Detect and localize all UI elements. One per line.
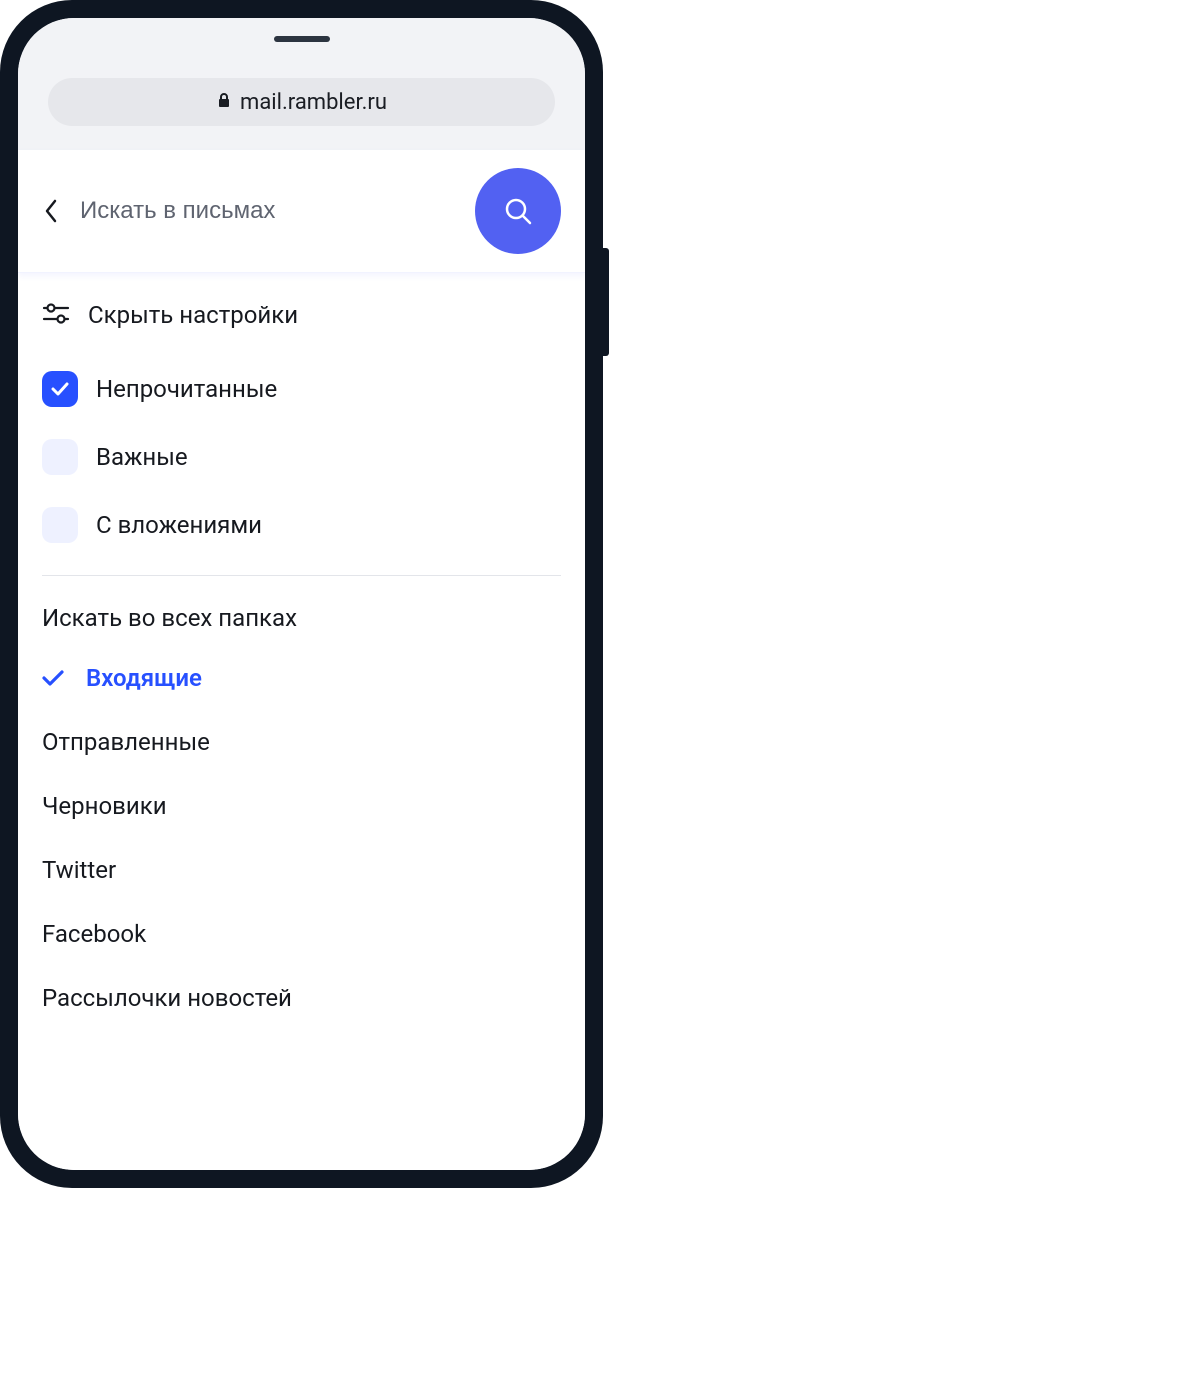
folder-row[interactable]: Входящие (42, 646, 561, 710)
checkbox-checked[interactable] (42, 371, 78, 407)
filter-row[interactable]: Важные (18, 423, 585, 491)
filter-row[interactable]: Непрочитанные (18, 355, 585, 423)
search-button[interactable] (475, 168, 561, 254)
folder-row[interactable]: Отправленные (42, 710, 561, 774)
folder-row[interactable]: Черновики (42, 774, 561, 838)
checkbox-unchecked[interactable] (42, 507, 78, 543)
phone-screen: mail.rambler.ru (18, 18, 585, 1170)
hide-settings-button[interactable]: Скрыть настройки (18, 273, 585, 355)
search-row (18, 150, 585, 273)
folder-label: Входящие (86, 664, 202, 692)
address-bar[interactable]: mail.rambler.ru (48, 78, 555, 126)
check-icon (42, 670, 70, 686)
folder-label: Twitter (42, 856, 116, 884)
folders-section: Искать во всех папках Входящие Отправленн… (18, 576, 585, 1030)
folder-label: Facebook (42, 920, 146, 948)
folder-label: Отправленные (42, 728, 210, 756)
checkbox-unchecked[interactable] (42, 439, 78, 475)
folder-label: Черновики (42, 792, 167, 820)
sliders-icon (42, 299, 70, 331)
address-bar-url: mail.rambler.ru (240, 90, 387, 115)
folder-row[interactable]: Рассылочки новостей (42, 966, 561, 1030)
settings-label: Скрыть настройки (88, 301, 298, 329)
lock-icon (216, 92, 232, 112)
app-content: Скрыть настройки Непрочитанные Важные С вл… (18, 150, 585, 1170)
filter-label: Важные (96, 443, 188, 471)
folder-label: Рассылочки новостей (42, 984, 292, 1012)
phone-speaker (274, 36, 330, 42)
phone-frame: mail.rambler.ru (0, 0, 603, 1188)
filter-label: С вложениями (96, 511, 262, 539)
folder-row[interactable]: Facebook (42, 902, 561, 966)
back-button[interactable] (36, 196, 66, 226)
filter-row[interactable]: С вложениями (18, 491, 585, 559)
folders-header: Искать во всех папках (42, 604, 561, 632)
phone-side-button (603, 248, 609, 356)
search-input[interactable] (80, 197, 461, 225)
filter-label: Непрочитанные (96, 375, 277, 403)
folder-row[interactable]: Twitter (42, 838, 561, 902)
